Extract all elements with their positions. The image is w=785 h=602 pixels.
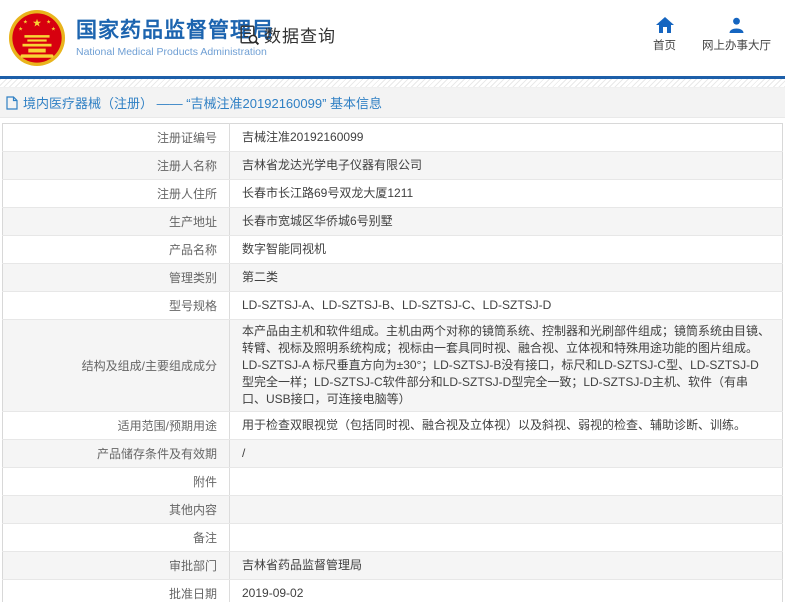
- table-row: 批准日期 2019-09-02: [3, 580, 783, 602]
- agency-brand[interactable]: ★ ★ ★ ★ ★ 国家药品监督管理局 National Medical Pro…: [8, 9, 274, 67]
- row-label-text: 生产地址: [169, 215, 217, 229]
- row-value-text: 吉械注准20192160099: [242, 130, 363, 144]
- row-value-text: 本产品由主机和软件组成。主机由两个对称的镜筒系统、控制器和光刷部件组成；镜筒系统…: [242, 324, 770, 406]
- row-label: 型号规格: [3, 292, 230, 320]
- row-value: LD-SZTSJ-A、LD-SZTSJ-B、LD-SZTSJ-C、LD-SZTS…: [230, 292, 783, 320]
- table-row: 附件: [3, 468, 783, 496]
- row-label: 注册人名称: [3, 152, 230, 180]
- table-row: 生产地址 长春市宽城区华侨城6号别墅: [3, 208, 783, 236]
- row-label-text: 注册人名称: [157, 159, 217, 173]
- row-value-text: LD-SZTSJ-A、LD-SZTSJ-B、LD-SZTSJ-C、LD-SZTS…: [242, 298, 551, 312]
- row-label: 管理类别: [3, 264, 230, 292]
- table-row: 备注: [3, 524, 783, 552]
- row-label-text: 附件: [193, 475, 217, 489]
- row-label-text: 管理类别: [169, 271, 217, 285]
- row-value: 吉械注准20192160099: [230, 124, 783, 152]
- row-label: 备注: [3, 524, 230, 552]
- svg-text:★: ★: [23, 20, 28, 26]
- row-label-text: 备注: [193, 531, 217, 545]
- row-value: 数字智能同视机: [230, 236, 783, 264]
- table-row: 产品名称 数字智能同视机: [3, 236, 783, 264]
- row-label-text: 产品储存条件及有效期: [97, 447, 217, 461]
- table-row: 注册人名称 吉林省龙达光学电子仪器有限公司: [3, 152, 783, 180]
- table-row: 结构及组成/主要组成成分 本产品由主机和软件组成。主机由两个对称的镜筒系统、控制器…: [3, 320, 783, 412]
- table-row: 注册证编号 吉械注准20192160099: [3, 124, 783, 152]
- row-value-text: 长春市长江路69号双龙大厦1211: [242, 186, 413, 200]
- row-value: 用于检查双眼视觉（包括同时视、融合视及立体视）以及斜视、弱视的检查、辅助诊断、训…: [230, 412, 783, 440]
- national-emblem-logo: ★ ★ ★ ★ ★: [8, 9, 66, 67]
- svg-text:★: ★: [46, 20, 51, 26]
- row-value-text: 吉林省药品监督管理局: [242, 558, 362, 572]
- row-label-text: 产品名称: [169, 243, 217, 257]
- home-icon: [656, 17, 674, 33]
- row-label-text: 批准日期: [169, 587, 217, 601]
- registration-info-table: 注册证编号 吉械注准20192160099 注册人名称 吉林省龙达光学电子仪器有限公司…: [2, 123, 783, 602]
- svg-text:★: ★: [32, 17, 42, 29]
- hatch-strip: [0, 79, 785, 88]
- row-label: 产品储存条件及有效期: [3, 440, 230, 468]
- nav-label-home: 首页: [653, 37, 676, 53]
- site-header: ★ ★ ★ ★ ★ 国家药品监督管理局 National Medical Pro…: [0, 0, 785, 76]
- row-value: [230, 468, 783, 496]
- table-row: 注册人住所 长春市长江路69号双龙大厦1211: [3, 180, 783, 208]
- row-label-text: 注册证编号: [157, 131, 217, 145]
- row-label: 批准日期: [3, 580, 230, 602]
- nav-label-online-hall: 网上办事大厅: [702, 37, 771, 53]
- row-value: [230, 524, 783, 552]
- row-value: 长春市宽城区华侨城6号别墅: [230, 208, 783, 236]
- header-nav: 首页 网上办事大厅: [653, 17, 771, 53]
- info-table-body: 注册证编号 吉械注准20192160099 注册人名称 吉林省龙达光学电子仪器有限公司…: [3, 124, 783, 602]
- table-wrap: 注册证编号 吉械注准20192160099 注册人名称 吉林省龙达光学电子仪器有限公司…: [2, 123, 783, 602]
- row-value-text: 数字智能同视机: [242, 242, 326, 256]
- row-value: 吉林省药品监督管理局: [230, 552, 783, 580]
- row-value: [230, 496, 783, 524]
- row-label-text: 其他内容: [169, 503, 217, 517]
- row-label: 结构及组成/主要组成成分: [3, 320, 230, 412]
- svg-text:★: ★: [51, 26, 56, 32]
- table-row: 其他内容: [3, 496, 783, 524]
- page-title-bar: 境内医疗器械（注册） —— “吉械注准20192160099” 基本信息: [0, 88, 785, 118]
- row-label: 审批部门: [3, 552, 230, 580]
- row-label: 注册人住所: [3, 180, 230, 208]
- row-label-text: 适用范围/预期用途: [118, 419, 217, 433]
- data-query-section[interactable]: 数据查询: [238, 22, 336, 47]
- row-label-text: 注册人住所: [157, 187, 217, 201]
- row-label-text: 结构及组成/主要组成成分: [82, 359, 217, 373]
- table-row: 适用范围/预期用途 用于检查双眼视觉（包括同时视、融合视及立体视）以及斜视、弱视的…: [3, 412, 783, 440]
- table-row: 产品储存条件及有效期 /: [3, 440, 783, 468]
- row-value: 本产品由主机和软件组成。主机由两个对称的镜筒系统、控制器和光刷部件组成；镜筒系统…: [230, 320, 783, 412]
- row-value: 2019-09-02: [230, 580, 783, 602]
- table-row: 型号规格 LD-SZTSJ-A、LD-SZTSJ-B、LD-SZTSJ-C、LD-…: [3, 292, 783, 320]
- row-value: 长春市长江路69号双龙大厦1211: [230, 180, 783, 208]
- row-value-text: 长春市宽城区华侨城6号别墅: [242, 214, 393, 228]
- user-icon: [728, 17, 745, 33]
- row-value-text: 用于检查双眼视觉（包括同时视、融合视及立体视）以及斜视、弱视的检查、辅助诊断、训…: [242, 418, 746, 432]
- nav-item-online-hall[interactable]: 网上办事大厅: [702, 17, 771, 53]
- row-label: 生产地址: [3, 208, 230, 236]
- row-value: 吉林省龙达光学电子仪器有限公司: [230, 152, 783, 180]
- row-value: /: [230, 440, 783, 468]
- table-row: 管理类别 第二类: [3, 264, 783, 292]
- page-title: 境内医疗器械（注册） —— “吉械注准20192160099” 基本信息: [23, 93, 382, 112]
- row-label: 产品名称: [3, 236, 230, 264]
- row-label: 附件: [3, 468, 230, 496]
- document-search-icon: [238, 24, 260, 46]
- row-value-text: 2019-09-02: [242, 586, 303, 600]
- row-label: 注册证编号: [3, 124, 230, 152]
- row-label: 其他内容: [3, 496, 230, 524]
- row-value-text: 吉林省龙达光学电子仪器有限公司: [242, 158, 422, 172]
- row-value: 第二类: [230, 264, 783, 292]
- data-query-label: 数据查询: [264, 22, 336, 47]
- row-label: 适用范围/预期用途: [3, 412, 230, 440]
- row-label-text: 审批部门: [169, 559, 217, 573]
- page-icon: [6, 96, 18, 110]
- svg-text:★: ★: [18, 26, 23, 32]
- row-label-text: 型号规格: [169, 299, 217, 313]
- table-row: 审批部门 吉林省药品监督管理局: [3, 552, 783, 580]
- row-value-text: 第二类: [242, 270, 278, 284]
- agency-name-en: National Medical Products Administration: [76, 46, 274, 58]
- row-value-text: /: [242, 446, 245, 460]
- nav-item-home[interactable]: 首页: [653, 17, 676, 53]
